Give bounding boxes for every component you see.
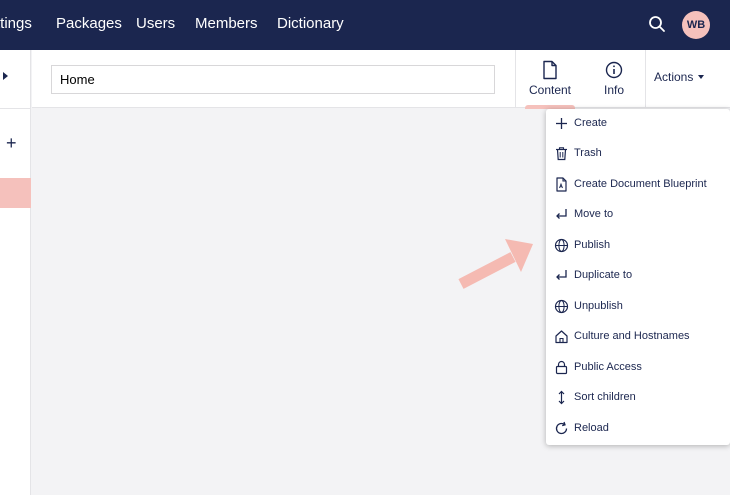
menu-item-move-to[interactable]: Move to (546, 200, 730, 230)
menu-item-label: Move to (574, 208, 614, 220)
trash-icon (556, 147, 567, 161)
actions-label: Actions (654, 70, 694, 84)
document-icon (543, 60, 557, 80)
tab-content-label: Content (528, 83, 572, 97)
tree-item-home-selected[interactable] (0, 178, 31, 208)
tab-info-label: Info (603, 83, 624, 97)
sort-icon (558, 390, 565, 405)
menu-item-label: Public Access (574, 361, 642, 373)
menu-item-public-access[interactable]: Public Access (546, 353, 730, 383)
menu-item-culture-hostnames[interactable]: Culture and Hostnames (546, 322, 730, 352)
globe-icon (554, 238, 569, 253)
menu-item-sort-children[interactable]: Sort children (546, 383, 730, 413)
menu-item-trash[interactable]: Trash (546, 139, 730, 169)
menu-item-unpublish[interactable]: Unpublish (546, 292, 730, 322)
menu-item-publish[interactable]: Publish (546, 231, 730, 261)
menu-item-create[interactable]: Create (546, 109, 730, 139)
menu-item-label: Trash (574, 147, 602, 159)
nav-item-settings[interactable]: ttings (0, 15, 32, 33)
avatar[interactable]: WB (682, 11, 710, 39)
nav-item-packages[interactable]: Packages (56, 15, 122, 33)
tab-content[interactable]: Content (517, 50, 583, 109)
lock-icon (555, 360, 568, 375)
reload-icon (555, 421, 568, 435)
tree-divider (0, 108, 31, 109)
nav-item-users[interactable]: Users (136, 15, 175, 33)
menu-item-label: Publish (574, 239, 611, 251)
home-icon (555, 330, 568, 344)
menu-item-label: Duplicate to (574, 269, 633, 281)
app-divider (645, 50, 646, 108)
duplicate-icon (556, 270, 567, 280)
menu-item-label: Reload (574, 422, 609, 434)
menu-item-label: Create Document Blueprint (574, 178, 707, 190)
tree-add-icon[interactable]: + (6, 134, 17, 152)
plus-icon (556, 118, 567, 129)
menu-item-label: Create (574, 117, 608, 129)
editor-header: Content Info Actions (32, 50, 730, 109)
move-icon (556, 209, 567, 219)
nav-item-dictionary[interactable]: Dictionary (277, 15, 344, 33)
actions-menu: Create Trash Create Document Blueprint M… (546, 109, 730, 445)
tree-toggle-icon[interactable] (3, 72, 8, 80)
menu-item-create-blueprint[interactable]: Create Document Blueprint (546, 170, 730, 200)
caret-down-icon (698, 74, 705, 79)
menu-item-duplicate-to[interactable]: Duplicate to (546, 261, 730, 291)
top-navigation: ttings Packages Users Members Dictionary… (0, 0, 730, 50)
app-divider (515, 50, 516, 108)
node-name-input[interactable] (51, 65, 495, 94)
content-tree: + (0, 50, 31, 495)
highlight-arrow (458, 239, 533, 289)
info-icon (605, 61, 623, 79)
menu-item-label: Culture and Hostnames (574, 330, 690, 342)
search-icon[interactable] (648, 15, 666, 33)
nav-item-members[interactable]: Members (195, 15, 258, 33)
globe-icon (554, 299, 569, 314)
menu-item-label: Sort children (574, 391, 636, 403)
blueprint-icon (556, 177, 567, 192)
menu-item-reload[interactable]: Reload (546, 414, 730, 444)
actions-button[interactable]: Actions (654, 70, 705, 84)
menu-item-label: Unpublish (574, 300, 623, 312)
tab-info[interactable]: Info (581, 50, 647, 108)
